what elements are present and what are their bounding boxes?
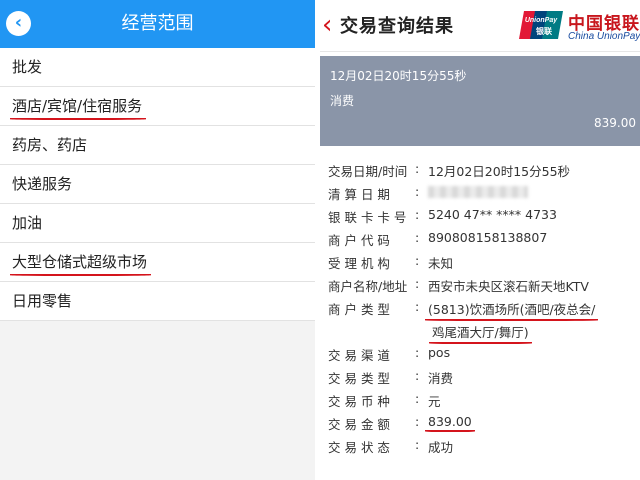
detail-value-cont: 鸡尾酒大厅/舞厅) xyxy=(429,322,532,344)
detail-value: 消费 xyxy=(428,371,454,386)
detail-label: 商 户 代 码 xyxy=(328,233,390,248)
list-item-label: 批发 xyxy=(12,58,43,76)
brand-name-en: China UnionPay xyxy=(568,31,640,42)
detail-row: 交 易 类 型: 消费 xyxy=(328,368,454,386)
detail-value: pos xyxy=(428,345,451,360)
unionpay-logo: UnionPay 银联 xyxy=(519,11,563,39)
detail-label: 商户名称/地址 xyxy=(328,279,408,294)
summary-amount: 839.00 xyxy=(594,116,636,130)
detail-row: 交 易 金 额:839.00 xyxy=(328,414,475,432)
empty-area xyxy=(0,321,315,480)
detail-value: (5813)饮酒场所(酒吧/夜总会/ xyxy=(424,299,599,321)
list-item[interactable]: 大型仓储式超级市场 xyxy=(0,243,315,282)
detail-label: 交 易 状 态 xyxy=(328,440,390,455)
detail-label: 银 联 卡 卡 号 xyxy=(328,210,407,225)
transaction-details: 交易日期/时间:12月02日20时15分55秒 清 算 日 期: 银 联 卡 卡… xyxy=(320,158,640,457)
list-item[interactable]: 快递服务 xyxy=(0,165,315,204)
transaction-summary-card: 12月02日20时15分55秒 消费 839.00 xyxy=(320,56,640,146)
detail-row: 受 理 机 构: 未知 xyxy=(328,253,454,271)
detail-row: 交 易 渠 道: pos xyxy=(328,345,451,363)
detail-row: 交 易 币 种:元 xyxy=(328,391,441,409)
result-header: ‹ 交易查询结果 UnionPay 银联 中国银联 China UnionPay xyxy=(320,0,640,52)
detail-row: 清 算 日 期: xyxy=(320,181,640,204)
logo-cn-text: 银联 xyxy=(535,26,552,36)
detail-row: 银 联 卡 卡 号:5240 47** **** 4733 xyxy=(328,207,557,225)
blurred-value xyxy=(428,184,528,201)
list-item-label: 日用零售 xyxy=(12,292,73,310)
detail-value: 未知 xyxy=(428,256,454,271)
chevron-left-icon[interactable]: ‹ xyxy=(322,10,332,40)
scope-list: 批发 酒店/宾馆/住宿服务 药房、药店 快递服务 加油 大型仓储式超级市场 日用… xyxy=(0,48,315,321)
list-item[interactable]: 加油 xyxy=(0,204,315,243)
detail-value: 839.00 xyxy=(425,414,475,432)
list-item-label: 药房、药店 xyxy=(12,136,88,154)
list-item[interactable]: 日用零售 xyxy=(0,282,315,321)
detail-row: 商 户 代 码:890808158138807 xyxy=(328,230,548,248)
detail-label: 商 户 类 型 xyxy=(328,302,390,317)
list-item-label: 加油 xyxy=(12,214,43,232)
list-item[interactable]: 酒店/宾馆/住宿服务 xyxy=(0,87,315,126)
detail-value: 成功 xyxy=(428,440,454,455)
list-item-label: 大型仓储式超级市场 xyxy=(9,253,152,276)
business-scope-panel: 经营范围 ‹ 批发 酒店/宾馆/住宿服务 药房、药店 快递服务 加油 大型仓储式… xyxy=(0,0,315,480)
scope-header: 经营范围 ‹ xyxy=(0,0,315,48)
logo-text: UnionPay xyxy=(525,17,558,24)
detail-label: 交 易 渠 道 xyxy=(328,348,390,363)
detail-value: 西安市未央区滚石新天地KTV xyxy=(428,279,589,294)
list-item[interactable]: 药房、药店 xyxy=(0,126,315,165)
detail-row: 商 户 类 型: (5813)饮酒场所(酒吧/夜总会/鸡尾酒大厅/舞厅) xyxy=(328,299,599,344)
detail-value: 12月02日20时15分55秒 xyxy=(428,164,571,179)
detail-row: 交 易 状 态: 成功 xyxy=(328,437,454,455)
detail-label: 交易日期/时间 xyxy=(328,164,408,179)
detail-value: 5240 47** **** 4733 xyxy=(428,207,557,222)
detail-label: 受 理 机 构 xyxy=(328,256,390,271)
page-title: 经营范围 xyxy=(121,13,194,34)
detail-label: 交 易 类 型 xyxy=(328,371,390,386)
list-item[interactable]: 批发 xyxy=(0,48,315,87)
detail-row: 商户名称/地址: 西安市未央区滚石新天地KTV xyxy=(328,276,589,294)
transaction-result-panel: ‹ 交易查询结果 UnionPay 银联 中国银联 China UnionPay… xyxy=(320,0,640,480)
detail-value: 890808158138807 xyxy=(428,230,548,245)
summary-type: 消费 xyxy=(330,94,355,108)
summary-time: 12月02日20时15分55秒 xyxy=(330,69,467,83)
detail-label: 交 易 币 种 xyxy=(328,394,390,409)
detail-row: 交易日期/时间:12月02日20时15分55秒 xyxy=(328,161,571,179)
detail-value: 元 xyxy=(428,394,441,409)
page-title: 交易查询结果 xyxy=(340,16,454,37)
list-item-label: 酒店/宾馆/住宿服务 xyxy=(9,97,147,120)
detail-label: 交 易 金 额 xyxy=(328,417,390,432)
detail-label: 清 算 日 期 xyxy=(328,187,390,202)
list-item-label: 快递服务 xyxy=(12,175,73,193)
chevron-left-icon[interactable]: ‹ xyxy=(6,11,31,36)
